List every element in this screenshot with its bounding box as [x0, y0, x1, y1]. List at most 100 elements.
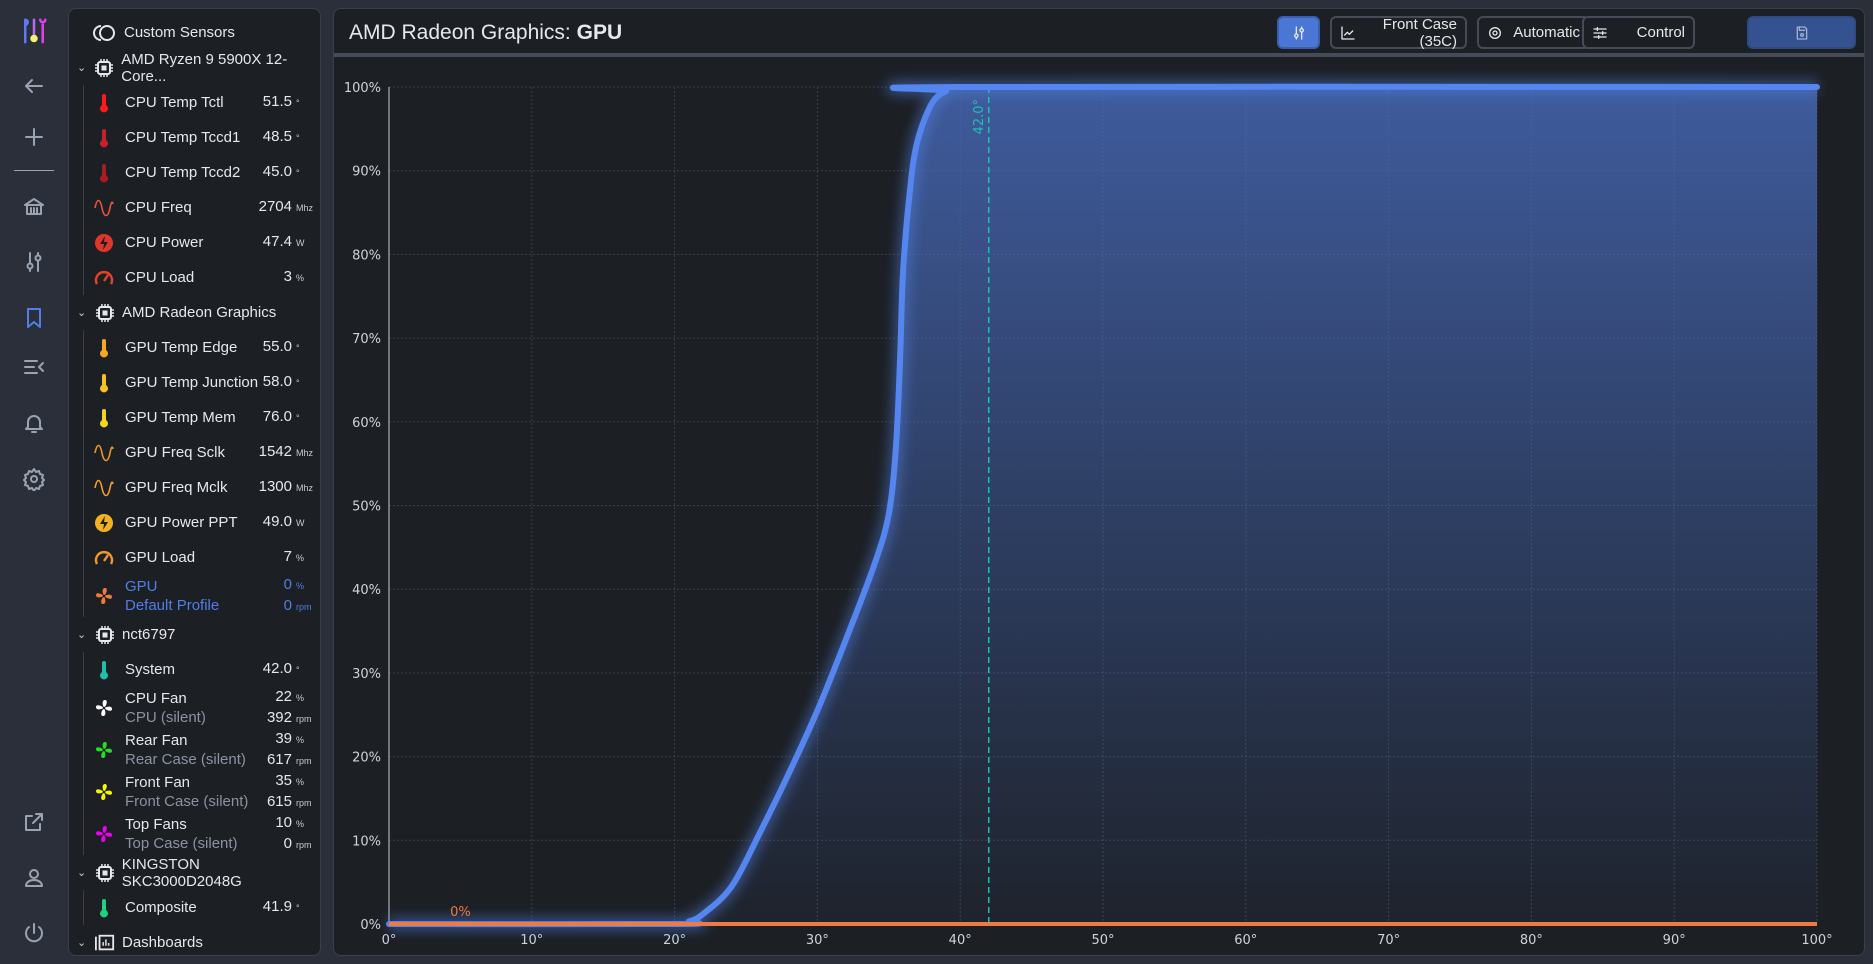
sensor-profile: CPU (silent): [125, 709, 206, 726]
chip-icon: [88, 58, 121, 78]
add-icon[interactable]: [14, 117, 54, 157]
mode-label: Automatic: [1513, 24, 1580, 41]
sensor-group[interactable]: ⌄ KINGSTON SKC3000D2048G: [69, 855, 320, 890]
sensor-group[interactable]: ⌄ AMD Ryzen 9 5900X 12-Core...: [69, 50, 320, 85]
sensor-item[interactable]: Front Fan Front Case (silent) 35% 615 rpm: [84, 771, 320, 813]
sensor-list: CPU Temp Tctl 51.5 ° CPU Temp Tccd1 48.5 °…: [83, 85, 320, 295]
sensor-item[interactable]: CPU Fan CPU (silent) 22% 392 rpm: [84, 687, 320, 729]
power-icon[interactable]: [14, 913, 54, 953]
chevron-down-icon[interactable]: ⌄: [77, 306, 89, 319]
open-external-icon[interactable]: [14, 802, 54, 842]
sensor-unit: °: [296, 168, 300, 178]
sensor-label: Front Fan: [125, 774, 191, 791]
save-button[interactable]: [1747, 16, 1856, 49]
sensor-item[interactable]: System 42.0 °: [84, 652, 320, 687]
chevron-down-icon[interactable]: ⌄: [77, 936, 89, 949]
fan-curve-toggle-button[interactable]: [1277, 16, 1320, 49]
sensor-item[interactable]: CPU Freq 2704 Mhz: [84, 190, 320, 225]
x-tick-label: 90°: [1663, 933, 1686, 948]
sensor-item[interactable]: CPU Temp Tccd2 45.0 °: [84, 155, 320, 190]
sensor-item[interactable]: GPU Load 7%: [84, 540, 320, 575]
sensor-item[interactable]: GPU Temp Edge 55.0 °: [84, 330, 320, 365]
sensor-value: 45.0: [262, 163, 292, 180]
sensor-label: CPU Temp Tctl: [125, 94, 224, 111]
sensor-unit: °: [296, 98, 300, 108]
sensor-label: GPU Temp Edge: [125, 339, 238, 356]
controls-icon[interactable]: [14, 242, 54, 282]
thermometer-icon: [84, 408, 125, 428]
title-channel: GPU: [576, 21, 623, 44]
sensor-unit: rpm: [296, 798, 312, 808]
sensor-rpm: 0: [283, 835, 292, 852]
sensor-item[interactable]: CPU Load 3%: [84, 260, 320, 295]
chevron-down-icon[interactable]: ⌄: [77, 628, 89, 641]
sensor-unit: Mhz: [296, 483, 314, 493]
back-icon[interactable]: [14, 66, 54, 106]
x-tick-label: 10°: [520, 933, 543, 948]
sensor-item[interactable]: CPU Temp Tccd1 48.5 °: [84, 120, 320, 155]
nav-rail: [0, 0, 67, 964]
sensor-value: 42.0: [262, 660, 292, 677]
bookmark-icon[interactable]: [14, 298, 54, 338]
x-tick-label: 70°: [1377, 933, 1400, 948]
sensor-item[interactable]: CPU Power 47.4 W: [84, 225, 320, 260]
sensor-label: CPU Temp Tccd2: [125, 164, 241, 181]
x-tick-label: 100°: [1801, 933, 1832, 948]
thermometer-icon: [84, 338, 125, 358]
sensor-group[interactable]: ⌄ Dashboards: [69, 925, 320, 960]
sensor-sidebar: Custom Sensors ⌄ AMD Ryzen 9 5900X 12-Core…: [68, 8, 321, 956]
sensor-value: 2704: [258, 198, 292, 215]
fan-curve-chart[interactable]: 0° 10° 20° 30° 40° 50° 60° 70° 80° 90° 100° 0% 10% 20…: [334, 57, 1865, 956]
x-tick-label: 0°: [382, 933, 397, 948]
app-logo-icon[interactable]: [14, 11, 54, 51]
sensor-item[interactable]: Rear Fan Rear Case (silent) 39% 617 rpm: [84, 729, 320, 771]
sensor-rpm: 0: [283, 597, 292, 614]
chevron-down-icon[interactable]: ⌄: [77, 866, 89, 879]
x-tick-label: 60°: [1234, 933, 1257, 948]
current-duty-label: 0%: [450, 905, 471, 920]
y-tick-label: 80%: [352, 248, 381, 263]
sensor-item[interactable]: Composite 41.9 °: [84, 890, 320, 925]
sensor-item[interactable]: GPU Freq Mclk 1300 Mhz: [84, 470, 320, 505]
sensor-group[interactable]: Custom Sensors: [69, 15, 320, 50]
sensor-label: GPU Temp Mem: [125, 409, 236, 426]
sensor-item[interactable]: GPU Temp Junction 58.0 °: [84, 365, 320, 400]
sensor-unit: %: [296, 273, 305, 283]
sensor-list: System 42.0 ° CPU Fan CPU (silent) 22% 392 r…: [83, 652, 320, 855]
sensor-unit: °: [296, 903, 300, 913]
sensor-unit: %: [296, 819, 305, 829]
sensor-list: GPU Temp Edge 55.0 ° GPU Temp Junction 58…: [83, 330, 320, 617]
chevron-down-icon[interactable]: ⌄: [77, 61, 88, 74]
y-tick-label: 0%: [360, 918, 381, 933]
y-tick-label: 90%: [352, 165, 381, 180]
mode-button[interactable]: Automatic: [1477, 16, 1590, 49]
settings-icon[interactable]: [14, 459, 54, 499]
sensor-item[interactable]: GPU Freq Sclk 1542 Mhz: [84, 435, 320, 470]
sensor-item[interactable]: GPU Temp Mem 76.0 °: [84, 400, 320, 435]
fan-icon: [84, 824, 125, 844]
dashboard-icon: [89, 933, 122, 953]
sensor-label: Composite: [125, 899, 197, 916]
sensor-item[interactable]: CPU Temp Tctl 51.5 °: [84, 85, 320, 120]
sensor-group[interactable]: ⌄ nct6797: [69, 617, 320, 652]
sensor-unit: %: [296, 735, 305, 745]
temp-source-button[interactable]: Front Case (35C): [1330, 16, 1467, 50]
collapse-menu-icon[interactable]: [14, 347, 54, 387]
sensor-rpm: 392: [266, 709, 292, 726]
sensor-unit: Mhz: [296, 448, 314, 458]
chart-line-icon: [1341, 25, 1355, 40]
y-tick-label: 10%: [352, 834, 381, 849]
chip-icon: [89, 625, 122, 645]
control-button[interactable]: Control: [1582, 16, 1695, 49]
home-icon[interactable]: [14, 187, 54, 227]
sensor-unit: °: [296, 378, 300, 388]
sensor-item[interactable]: GPU Default Profile 0% 0 rpm: [84, 575, 320, 617]
sensor-item[interactable]: Top Fans Top Case (silent) 10% 0 rpm: [84, 813, 320, 855]
sensor-value: 22: [275, 688, 292, 705]
sensor-item[interactable]: GPU Power PPT 49.0 W: [84, 505, 320, 540]
sensor-group[interactable]: ⌄ AMD Radeon Graphics: [69, 295, 320, 330]
sensor-unit: W: [296, 238, 305, 248]
gauge-icon: [84, 548, 125, 568]
user-icon[interactable]: [14, 858, 54, 898]
bell-icon[interactable]: [14, 403, 54, 443]
